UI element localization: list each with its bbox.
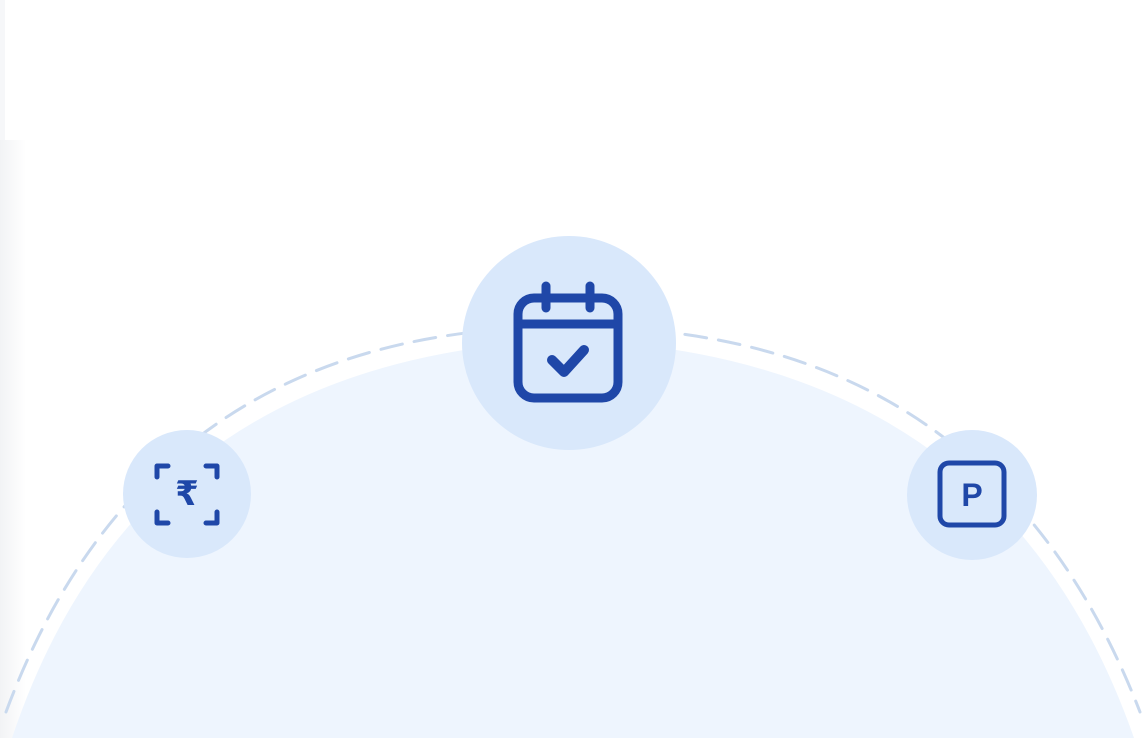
illustration-scene: ₹ P [0, 0, 1144, 738]
parking-circle: P [907, 430, 1037, 560]
rupee-symbol: ₹ [175, 474, 199, 514]
calendar-check-circle [462, 236, 676, 450]
calendar-check-icon [513, 281, 623, 403]
rupee-scan-circle: ₹ [123, 430, 251, 558]
parking-letter: P [961, 477, 983, 513]
